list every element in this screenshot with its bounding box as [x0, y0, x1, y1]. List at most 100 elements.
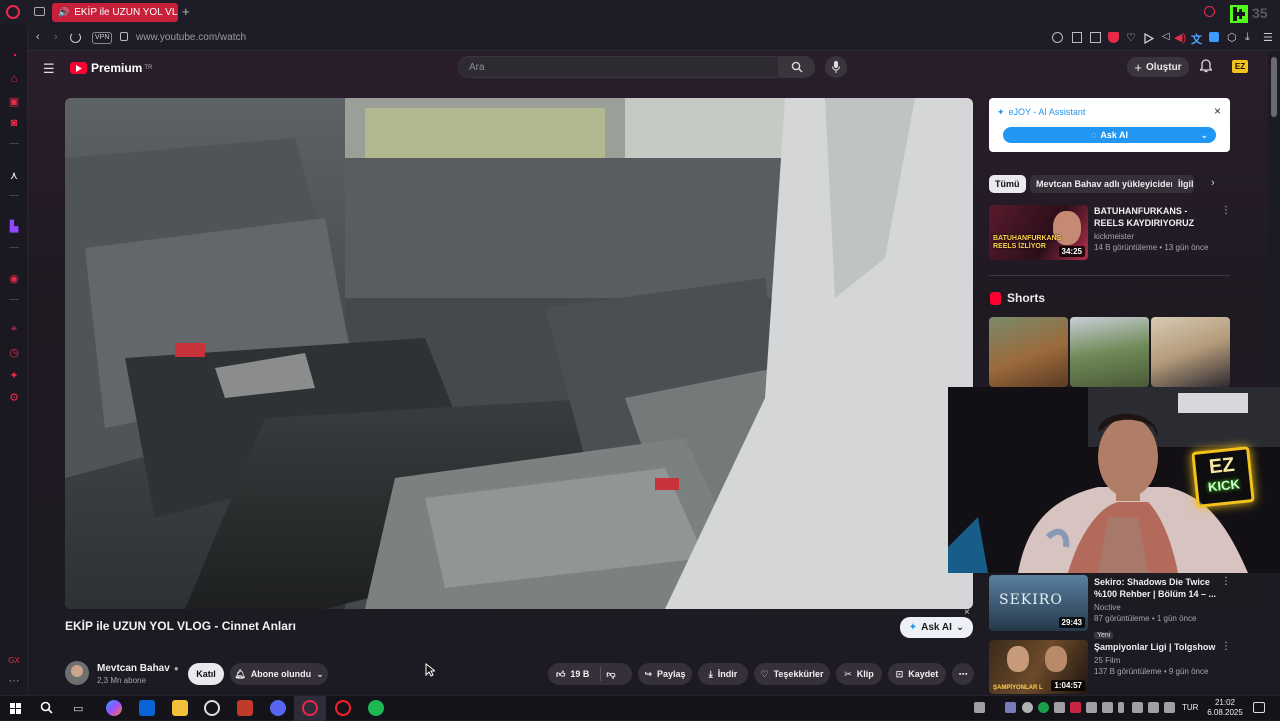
play-icon[interactable]: [1144, 32, 1154, 44]
short-thumbnail-2[interactable]: [1070, 317, 1149, 387]
video-player[interactable]: [65, 98, 973, 609]
spotify-icon[interactable]: [368, 700, 384, 716]
clip-button[interactable]: ✂ Klip: [836, 663, 882, 685]
hamburger-icon[interactable]: ☰: [43, 61, 55, 77]
back-icon[interactable]: ‹: [36, 31, 40, 43]
close-icon[interactable]: ×: [1214, 104, 1221, 118]
copilot-icon[interactable]: [106, 700, 122, 716]
collections-icon[interactable]: ▣: [7, 94, 21, 108]
forward-icon[interactable]: ›: [54, 31, 58, 43]
tray-icon[interactable]: [1132, 702, 1143, 713]
taskbar-active-app[interactable]: [294, 696, 326, 721]
media-app-icon[interactable]: [237, 700, 253, 716]
translate-icon[interactable]: 文: [1191, 31, 1202, 47]
rec-thumbnail-2[interactable]: SEKIRO 29:43: [989, 575, 1088, 631]
more-icon[interactable]: ⋮: [1221, 205, 1231, 216]
extensions-icon[interactable]: ⬡: [1227, 31, 1237, 44]
outlook-icon[interactable]: [139, 700, 155, 716]
dislike-icon[interactable]: 👎︎: [606, 669, 615, 680]
share-button[interactable]: ↪ Paylaş: [638, 663, 692, 685]
pin-icon[interactable]: ⌖: [7, 322, 21, 336]
rec-title-3[interactable]: Şampiyonlar Ligi | Tolgshow: [1094, 641, 1218, 653]
create-button[interactable]: + Oluştur: [1127, 57, 1189, 77]
scrollbar-thumb[interactable]: [1271, 57, 1277, 117]
tray-icon[interactable]: [1054, 702, 1065, 713]
clock-app-icon[interactable]: [204, 700, 220, 716]
gx-icon[interactable]: GX: [7, 653, 21, 667]
rec-info-3[interactable]: Şampiyonlar Ligi | Tolgshow 25 Film 137 …: [1094, 641, 1218, 677]
like-icon[interactable]: 👍︎: [556, 669, 565, 680]
heart-icon[interactable]: ♡: [1126, 31, 1136, 44]
windows-start-icon[interactable]: [10, 703, 21, 714]
notification-center-icon[interactable]: [1253, 702, 1265, 713]
channel-name-row[interactable]: Mevtcan Bahav ●: [97, 663, 179, 674]
settings-icon[interactable]: ⚙: [7, 390, 21, 404]
more-icon[interactable]: ⋮: [1221, 576, 1231, 587]
search-icon[interactable]: [40, 701, 53, 714]
youtube-logo[interactable]: Premium TR: [70, 61, 152, 75]
rec-thumbnail-3[interactable]: ŞAMPİYONLAR L 1:04:57: [989, 640, 1088, 694]
chip-all[interactable]: Tümü: [989, 175, 1026, 193]
chip-related[interactable]: İlgili: [1172, 175, 1194, 193]
aria-icon[interactable]: ◔: [7, 49, 21, 63]
spotify-tray-icon[interactable]: [1038, 702, 1049, 713]
clock[interactable]: 21:02 6.08.2025: [1203, 698, 1247, 718]
ask-ai-button[interactable]: ✦ Ask AI ⌄: [900, 617, 973, 638]
extensions-sidebar-icon[interactable]: ✦: [7, 368, 21, 382]
warframe-icon[interactable]: ⋏: [7, 168, 21, 182]
short-thumbnail-1[interactable]: [989, 317, 1068, 387]
opera-logo-icon[interactable]: [6, 5, 20, 19]
bag-icon[interactable]: ⌂: [7, 72, 21, 86]
rec-info-1[interactable]: BATUHANFURKANS - REELS KAYDIRIYORUZ kick…: [1094, 205, 1218, 253]
twitch-icon[interactable]: ▙: [7, 219, 21, 233]
zoom-icon[interactable]: [1052, 32, 1063, 43]
extension-blue-icon[interactable]: [1209, 32, 1219, 42]
reload-icon[interactable]: [70, 32, 81, 43]
tray-icon[interactable]: [1022, 702, 1033, 713]
discord-icon[interactable]: [270, 700, 286, 716]
rec-info-2[interactable]: Sekiro: Shadows Die Twice %100 Rehber | …: [1094, 576, 1218, 642]
subscribed-button[interactable]: 🔔︎ Abone olundu ⌄: [230, 663, 328, 685]
url-text[interactable]: www.youtube.com/watch: [136, 32, 246, 43]
download-icon[interactable]: ⤓: [1245, 31, 1250, 44]
file-explorer-icon[interactable]: [172, 700, 188, 716]
snapshot-icon[interactable]: [1090, 32, 1101, 43]
rec-title-2[interactable]: Sekiro: Shadows Die Twice %100 Rehber | …: [1094, 576, 1218, 600]
flow-icon[interactable]: ◁: [1162, 31, 1173, 42]
tray-icon[interactable]: [1086, 702, 1097, 713]
join-button[interactable]: Katıl: [188, 663, 224, 685]
avatar[interactable]: EZ: [1232, 60, 1248, 73]
search-button[interactable]: [779, 56, 815, 78]
channel-name[interactable]: Mevtcan Bahav: [97, 663, 170, 674]
search-input[interactable]: Ara: [458, 56, 779, 78]
bookmark-icon[interactable]: [1072, 32, 1082, 43]
channel-avatar[interactable]: [65, 661, 89, 685]
messenger-icon[interactable]: ◙: [7, 116, 21, 130]
language-indicator[interactable]: TUR: [1182, 703, 1198, 712]
chevron-right-icon[interactable]: ›: [1211, 177, 1215, 189]
volume-icon[interactable]: [1164, 702, 1175, 713]
download-button[interactable]: ⤓ İndir: [698, 663, 748, 685]
rec-thumbnail-1[interactable]: BATUHANFURKANS REELS İZLİYOR 34:25: [989, 205, 1088, 260]
rec-title-1[interactable]: BATUHANFURKANS - REELS KAYDIRIYORUZ: [1094, 205, 1218, 229]
more-icon[interactable]: ⋮: [1221, 641, 1231, 652]
tab-overview-icon[interactable]: [34, 7, 45, 16]
ejoy-ask-ai-button[interactable]: ◌ Ask AI ⌄: [1003, 127, 1216, 143]
keyboard-tray-icon[interactable]: [974, 702, 985, 713]
mic-tray-icon[interactable]: [1118, 702, 1124, 713]
save-button[interactable]: ⊡ Kaydet: [888, 663, 946, 685]
notifications-icon[interactable]: [1200, 59, 1212, 73]
like-count[interactable]: 19 B: [570, 669, 589, 679]
new-tab-icon[interactable]: +: [182, 4, 190, 19]
pocket-icon[interactable]: [1108, 32, 1119, 43]
more-icon[interactable]: ⋯: [7, 673, 21, 687]
tray-icon[interactable]: [1070, 702, 1081, 713]
task-view-icon[interactable]: ▭: [73, 702, 83, 715]
lock-icon[interactable]: [120, 32, 128, 41]
speaker-icon[interactable]: 🔊: [58, 7, 69, 18]
vpn-badge[interactable]: VPN: [92, 32, 113, 44]
discord-tray-icon[interactable]: [1005, 702, 1016, 713]
more-actions-icon[interactable]: ⋯: [952, 663, 974, 685]
chip-from-uploader[interactable]: Mevtcan Bahav adlı yükleyiciden: [1030, 175, 1183, 193]
tab-youtube[interactable]: 🔊 EKİP ile UZUN YOL VL: [52, 3, 178, 22]
